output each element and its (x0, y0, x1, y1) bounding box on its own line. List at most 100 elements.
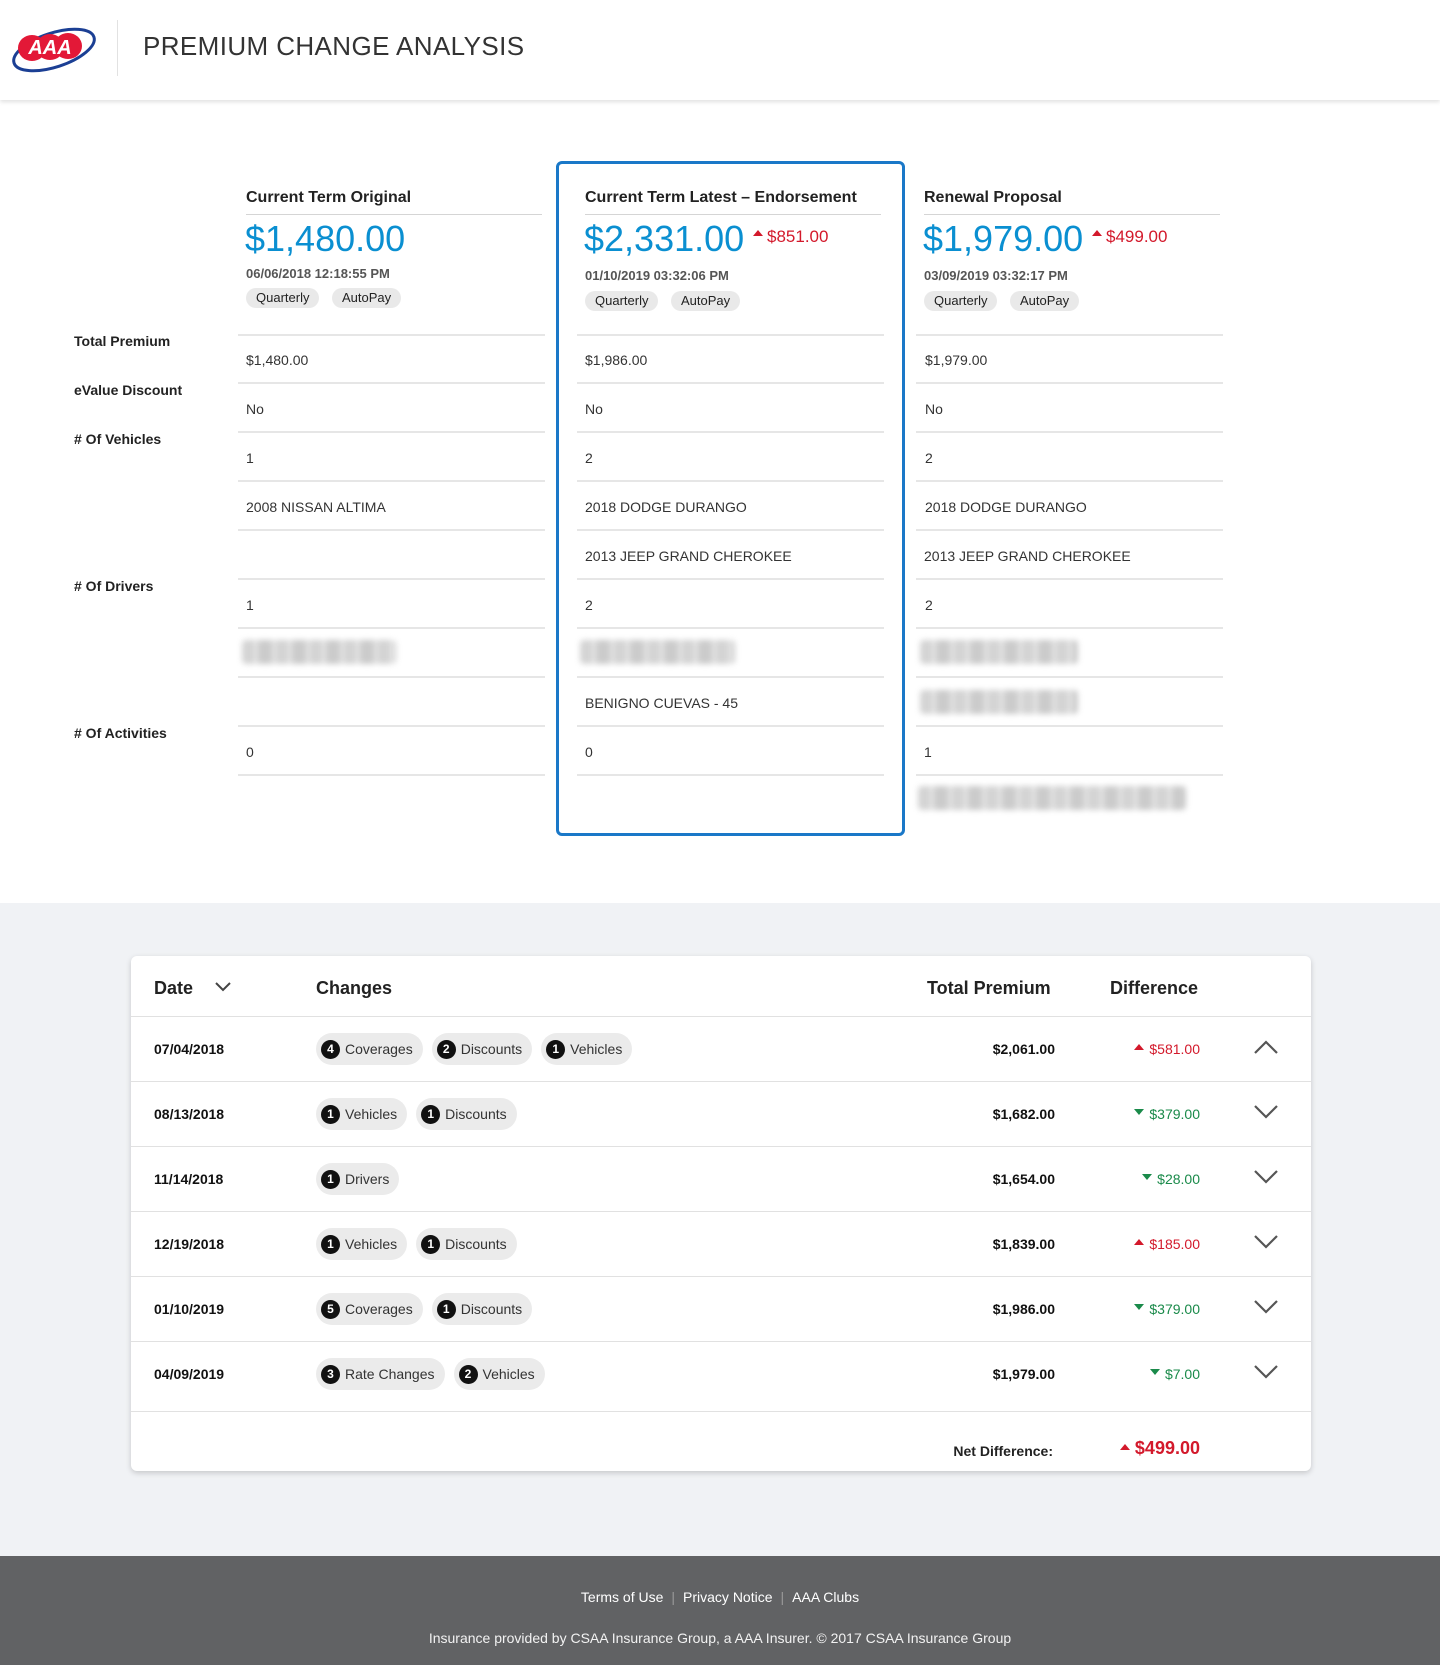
redacted-activity (918, 786, 1186, 810)
change-chip[interactable]: 1 Drivers (316, 1163, 400, 1195)
row-divider (916, 676, 1223, 678)
chip-label: Vehicles (345, 1236, 398, 1252)
chip-label: Drivers (345, 1171, 390, 1187)
row-divider (916, 480, 1223, 482)
chip-count-badge: 2 (458, 1364, 478, 1384)
row-divider (577, 334, 884, 336)
row-difference: $379.00 (1134, 1301, 1200, 1317)
total-premium-header: Total Premium (927, 978, 1051, 998)
page-footer: Terms of Use | Privacy Notice | AAA Clubs In… (0, 1556, 1440, 1665)
chevron-down-icon[interactable] (1253, 1298, 1279, 1316)
change-chip[interactable]: 1 Discounts (431, 1293, 533, 1325)
row-label-total-premium: Total Premium (74, 333, 171, 349)
cell-vehicle: 2013 JEEP GRAND CHEROKEE (585, 548, 792, 564)
row-total-premium: $1,839.00 (992, 1236, 1055, 1252)
row-label-vehicles: # Of Vehicles (74, 431, 162, 447)
change-chip[interactable]: 2 Vehicles (453, 1358, 545, 1390)
chip-label: Vehicles (482, 1366, 535, 1382)
change-chips: 1 Drivers (316, 1163, 400, 1195)
table-row[interactable]: 12/19/2018 1 Vehicles 1 Discounts $1,839.00 $1… (131, 1211, 1311, 1276)
footer-copyright: Insurance provided by CSAA Insurance Gro… (428, 1630, 1012, 1646)
row-divider (916, 529, 1223, 531)
chip-count-badge: 1 (546, 1039, 566, 1059)
chip-label: Vehicles (345, 1106, 398, 1122)
chip-label: Discounts (445, 1106, 507, 1122)
change-chip[interactable]: 5 Coverages (316, 1293, 423, 1325)
change-chip[interactable]: 1 Discounts (416, 1098, 517, 1130)
row-divider (577, 529, 884, 531)
table-row[interactable]: 01/10/2019 5 Coverages 1 Discounts $1,986.00 $… (131, 1276, 1311, 1341)
chevron-down-icon[interactable] (1253, 1363, 1279, 1381)
cell-activities-count: 0 (585, 744, 593, 760)
date-sort-header[interactable]: Date (154, 978, 232, 999)
chip-count-badge: 3 (321, 1364, 340, 1384)
row-divider (577, 382, 884, 384)
change-chip[interactable]: 2 Discounts (431, 1033, 533, 1065)
difference-value: $185.00 (1149, 1236, 1200, 1252)
change-chips: 3 Rate Changes 2 Vehicles (316, 1358, 545, 1390)
row-divider (238, 627, 545, 629)
row-label-evalue: eValue Discount (74, 382, 183, 398)
row-divider (238, 431, 545, 433)
row-divider (916, 431, 1223, 433)
cell-evalue: No (925, 401, 943, 417)
column-delta-increase: $851.00 (753, 227, 828, 247)
change-chip[interactable]: 3 Rate Changes (316, 1358, 445, 1390)
chip-count-badge: 1 (321, 1169, 340, 1189)
chevron-up-icon[interactable] (1253, 1038, 1279, 1056)
change-chip[interactable]: 1 Vehicles (541, 1033, 633, 1065)
change-chip[interactable]: 1 Discounts (416, 1228, 517, 1260)
row-divider (916, 725, 1223, 727)
cell-vehicles-count: 1 (246, 450, 254, 466)
difference-value: $7.00 (1164, 1366, 1200, 1382)
aaa-logo[interactable]: AAA (10, 22, 102, 80)
footer-links: Terms of Use | Privacy Notice | AAA Clubs (0, 1589, 1440, 1605)
row-total-premium: $1,654.00 (992, 1171, 1055, 1187)
column-amount: $1,480.00 (245, 218, 406, 259)
chip-label: Coverages (345, 1041, 413, 1057)
increase-arrow-icon (1119, 1444, 1130, 1450)
terms-of-use-link[interactable]: Terms of Use (581, 1589, 663, 1605)
column-title-rule (924, 214, 1220, 215)
chip-count-badge: 1 (421, 1104, 441, 1124)
delta-value: $851.00 (767, 227, 829, 246)
chevron-down-icon[interactable] (1253, 1233, 1279, 1251)
tag-quarterly: Quarterly (585, 291, 659, 311)
cell-drivers-count: 2 (585, 597, 593, 613)
table-row[interactable]: 11/14/2018 1 Drivers $1,654.00 $28.00 (131, 1146, 1311, 1211)
change-chip[interactable]: 1 Vehicles (316, 1228, 408, 1260)
cell-evalue: No (246, 401, 264, 417)
aaa-clubs-link[interactable]: AAA Clubs (792, 1589, 859, 1605)
column-datetime: 03/09/2019 03:32:17 PM (924, 268, 1068, 283)
difference-value: $581.00 (1149, 1041, 1200, 1057)
decrease-arrow-icon (1134, 1304, 1145, 1310)
column-title: Current Term Latest – Endorsement (585, 189, 857, 206)
column-amount: $1,979.00 (923, 218, 1084, 259)
table-row[interactable]: 04/09/2019 3 Rate Changes 2 Vehicles $1,979.0… (131, 1341, 1311, 1406)
row-divider (916, 382, 1223, 384)
term-comparison: Total Premium eValue Discount # Of Vehic… (0, 100, 1440, 903)
chip-label: Discounts (445, 1236, 507, 1252)
chip-count-badge: 4 (321, 1039, 340, 1059)
chip-label: Rate Changes (345, 1366, 435, 1382)
row-divider (577, 676, 884, 678)
chip-count-badge: 1 (321, 1104, 340, 1124)
row-divider (238, 774, 545, 776)
table-row[interactable]: 08/13/2018 1 Vehicles 1 Discounts $1,682.00 $3… (131, 1081, 1311, 1146)
row-divider (238, 578, 545, 580)
cell-total-premium: $1,986.00 (585, 352, 648, 368)
change-chips: 4 Coverages 2 Discounts 1 Vehicles (316, 1033, 633, 1065)
change-chip[interactable]: 4 Coverages (316, 1033, 423, 1065)
chip-label: Coverages (345, 1301, 413, 1317)
column-title: Renewal Proposal (924, 189, 1062, 206)
tag-quarterly: Quarterly (246, 288, 320, 308)
chevron-down-icon[interactable] (1253, 1103, 1279, 1121)
change-chip[interactable]: 1 Vehicles (316, 1098, 408, 1130)
table-row[interactable]: 07/04/2018 4 Coverages 2 Discounts 1 Vehicles $… (131, 1016, 1311, 1081)
privacy-notice-link[interactable]: Privacy Notice (683, 1589, 772, 1605)
row-label-activities: # Of Activities (74, 725, 167, 741)
row-label-drivers: # Of Drivers (74, 578, 154, 594)
chip-label: Vehicles (570, 1041, 623, 1057)
net-difference-value: $499.00 (1119, 1438, 1200, 1459)
chevron-down-icon[interactable] (1253, 1168, 1279, 1186)
